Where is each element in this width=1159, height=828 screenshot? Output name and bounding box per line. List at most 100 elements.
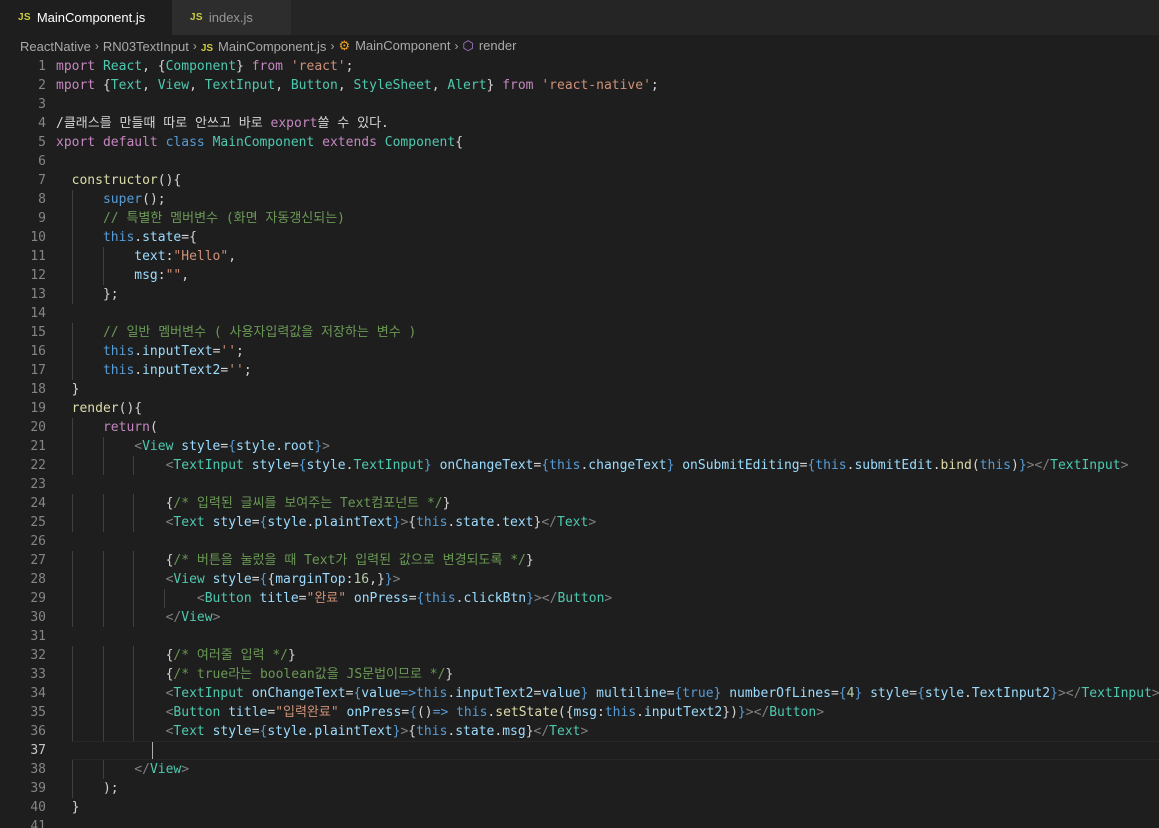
code-text: {/* 입력된 글씨를 보여주는 Text컴포넌트 */} [165,496,451,511]
code-editor[interactable]: 1 mport React, {Component} from 'react'; 2… [0,57,1159,828]
line-number: 12 [30,268,46,283]
code-line[interactable]: 10 this.state={ [0,228,1159,247]
line-number: 26 [30,534,46,549]
code-line[interactable]: 13 }; [0,285,1159,304]
code-line[interactable]: 7 constructor(){ [0,171,1159,190]
code-text: this.state={ [102,230,197,245]
code-text: // 특별한 멤버변수 (화면 자동갱신되는) [102,211,345,226]
code-text: this.inputText2=''; [102,363,252,378]
code-line[interactable]: 21 <View style={style.root}> [0,437,1159,456]
code-text: <Button title="입력완료" onPress={()=> this.… [165,705,825,720]
code-line[interactable]: 40 } [0,798,1159,817]
line-number: 35 [30,705,46,720]
code-line[interactable]: 23 [0,475,1159,494]
code-line[interactable]: 17 this.inputText2=''; [0,361,1159,380]
code-text: <Text style={style.plaintText}>{this.sta… [165,724,589,739]
code-text: {/* true라는 boolean값을 JS문법이므로 */} [165,667,454,682]
code-line[interactable]: 6 [0,152,1159,171]
code-line[interactable]: 18 } [0,380,1159,399]
code-line[interactable]: 1 mport React, {Component} from 'react'; [0,57,1159,76]
code-line[interactable]: 4/클래스를 만들때 따로 안쓰고 바로 export쓸 수 있다. [0,114,1159,133]
line-number: 10 [30,230,46,245]
code-line[interactable]: 9 // 특별한 멤버변수 (화면 자동갱신되는) [0,209,1159,228]
code-line[interactable]: 28 <View style={{marginTop:16,}}> [0,570,1159,589]
breadcrumb-method[interactable]: ⬡ render [462,38,516,54]
tab-maincomponent-js[interactable]: JS MainComponent.js [0,0,172,35]
line-number: 19 [30,401,46,416]
line-number: 27 [30,553,46,568]
code-line[interactable]: 5 xport default class MainComponent exten… [0,133,1159,152]
code-line[interactable]: 30 </View> [0,608,1159,627]
line-number: 24 [30,496,46,511]
code-line[interactable]: 29 <Button title="완료" onPress={this.clic… [0,589,1159,608]
code-text: msg:"", [134,268,190,283]
code-line[interactable]: 24 {/* 입력된 글씨를 보여주는 Text컴포넌트 */} [0,494,1159,513]
line-number: 23 [30,477,46,492]
line-number: 29 [30,591,46,606]
code-line[interactable]: 25 <Text style={style.plaintText}>{this.… [0,513,1159,532]
breadcrumb-file[interactable]: JS MainComponent.js [201,39,327,54]
line-number: 28 [30,572,46,587]
code-text: </View> [165,610,221,625]
js-file-icon: JS [18,12,31,23]
chevron-right-icon: › [94,39,99,53]
code-line[interactable]: 12 msg:"", [0,266,1159,285]
code-line[interactable]: 19 render(){ [0,399,1159,418]
line-number: 36 [30,724,46,739]
tab-label: MainComponent.js [36,10,146,25]
code-text: } [71,800,80,815]
code-text: return( [102,420,158,435]
code-line[interactable]: 38 </View> [0,760,1159,779]
code-text: /클래스를 만들때 따로 안쓰고 바로 export쓸 수 있다. [56,116,389,131]
code-line[interactable]: 8 super(); [0,190,1159,209]
code-line[interactable]: 3 [0,95,1159,114]
code-line[interactable]: 16 this.inputText=''; [0,342,1159,361]
code-text: constructor(){ [71,173,182,188]
code-line[interactable]: 2 mport {Text, View, TextInput, Button, S… [0,76,1159,95]
code-text: {/* 여러줄 입력 */} [165,648,296,663]
breadcrumb-folder-reactnative[interactable]: ReactNative [20,39,91,54]
chevron-right-icon: › [192,39,197,53]
breadcrumb-class[interactable]: ⚙ MainComponent [338,38,450,54]
line-number: 37 [30,743,46,758]
code-text: // 일반 멤버변수 ( 사용자입력값을 저장하는 변수 ) [102,325,417,340]
line-number: 33 [30,667,46,682]
code-line[interactable]: 41 [0,817,1159,828]
line-number: 18 [30,382,46,397]
code-text: </View> [134,762,190,777]
code-line[interactable]: 20 return( [0,418,1159,437]
line-number: 13 [30,287,46,302]
code-line[interactable]: 22 <TextInput style={style.TextInput} on… [0,456,1159,475]
code-line[interactable]: 31 [0,627,1159,646]
code-line[interactable]: 36 <Text style={style.plaintText}>{this.… [0,722,1159,741]
line-number: 22 [30,458,46,473]
code-text: text:"Hello", [134,249,237,264]
code-line[interactable]: 32 {/* 여러줄 입력 */} [0,646,1159,665]
code-line[interactable]: 34 <TextInput onChangeText={value=>this.… [0,684,1159,703]
code-line[interactable]: 15 // 일반 멤버변수 ( 사용자입력값을 저장하는 변수 ) [0,323,1159,342]
code-line[interactable]: 35 <Button title="입력완료" onPress={()=> th… [0,703,1159,722]
line-number: 15 [30,325,46,340]
code-line[interactable]: 27 {/* 버튼을 눌렀을 때 Text가 입력된 값으로 변경되도록 */} [0,551,1159,570]
code-line[interactable]: 26 [0,532,1159,551]
code-text: xport default class MainComponent extend… [56,135,464,150]
code-text: {/* 버튼을 눌렀을 때 Text가 입력된 값으로 변경되도록 */} [165,553,534,568]
code-line[interactable]: 39 ); [0,779,1159,798]
code-line[interactable]: 33 {/* true라는 boolean값을 JS문법이므로 */} [0,665,1159,684]
line-number: 14 [30,306,46,321]
line-number: 5 [38,135,46,150]
line-number: 16 [30,344,46,359]
line-number: 34 [30,686,46,701]
text-cursor [152,742,153,759]
line-number: 3 [38,97,46,112]
breadcrumb-folder-rn03textinput[interactable]: RN03TextInput [103,39,189,54]
chevron-right-icon: › [330,39,335,53]
code-line[interactable]: 14 [0,304,1159,323]
tab-index-js[interactable]: JS index.js [172,0,292,35]
code-line[interactable]: 11 text:"Hello", [0,247,1159,266]
code-text: <Button title="완료" onPress={this.clickBt… [196,591,613,606]
js-file-icon: JS [190,12,203,23]
code-line[interactable]: 37 [0,741,1159,760]
code-text: this.inputText=''; [102,344,244,359]
line-number: 40 [30,800,46,815]
